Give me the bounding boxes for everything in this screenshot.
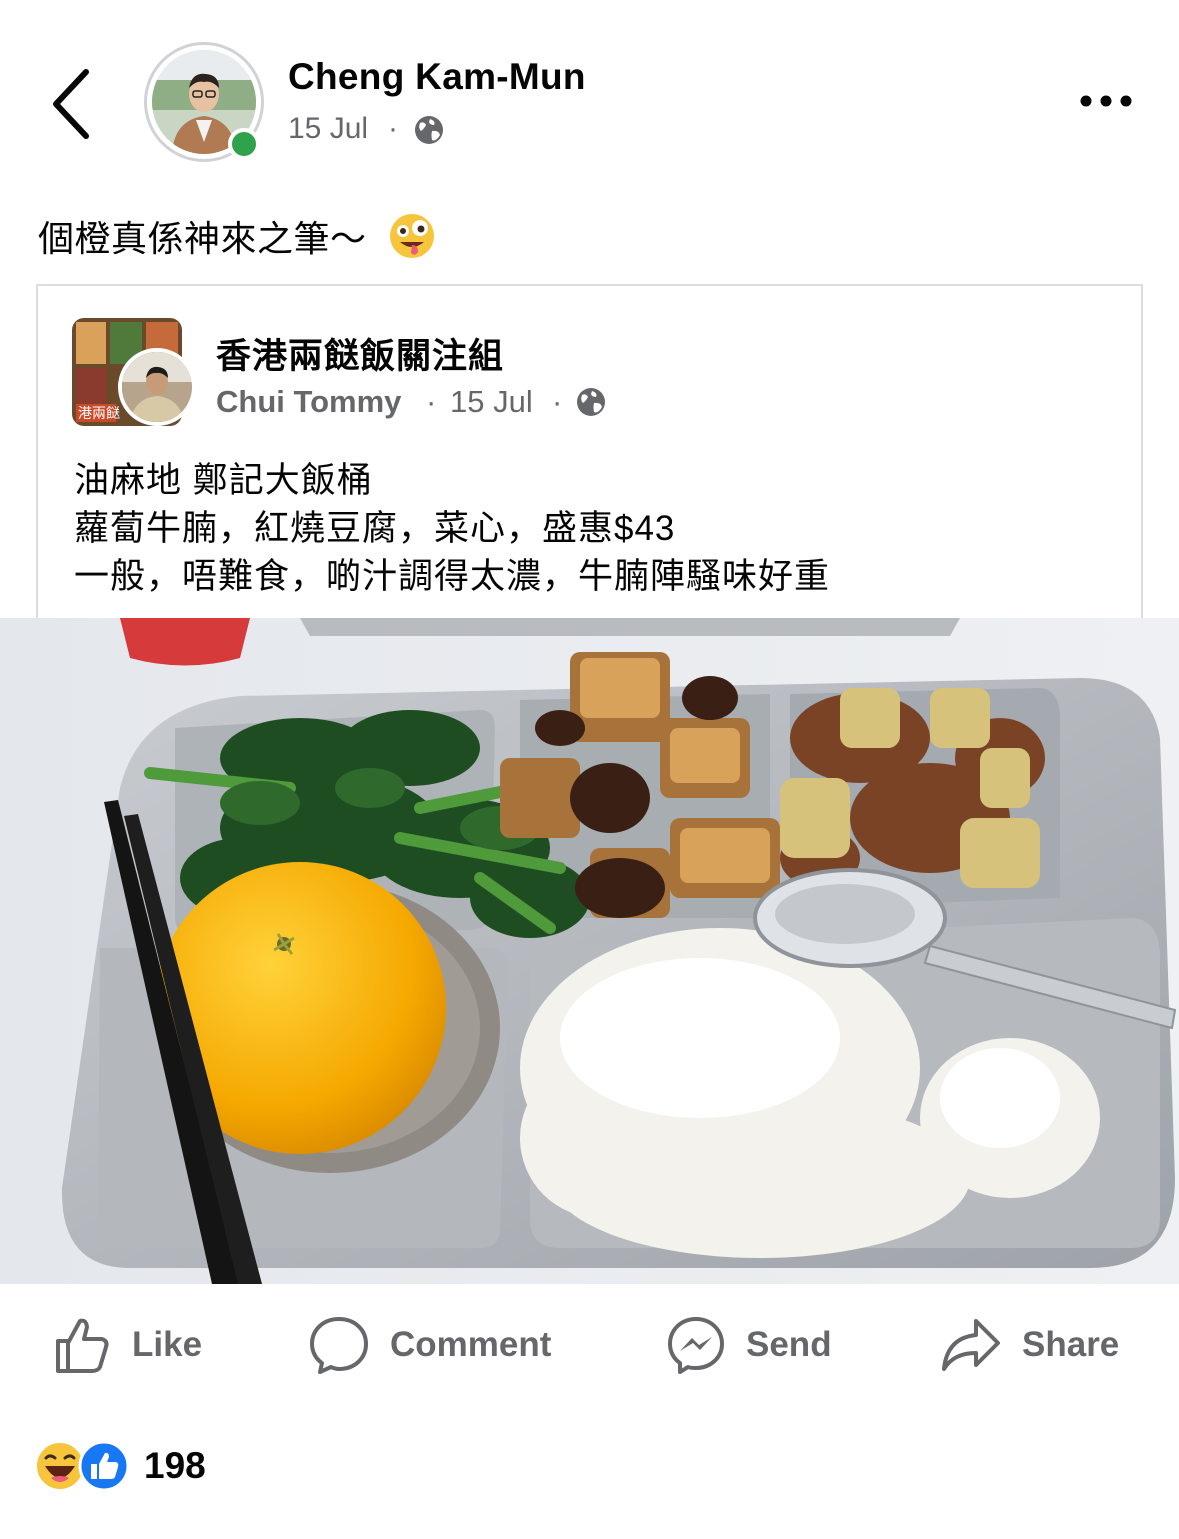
shared-post-text-line: 蘿蔔牛腩，紅燒豆腐，菜心，盛惠$43 <box>74 509 676 548</box>
messenger-icon <box>668 1317 724 1374</box>
date-separator: · <box>426 384 437 419</box>
like-label: Like <box>132 1325 203 1364</box>
post-photo[interactable] <box>0 618 1179 1284</box>
chevron-left-icon <box>53 69 89 139</box>
group-name[interactable]: 香港兩餸飯關注組 <box>216 328 504 379</box>
comment-bubble-icon <box>310 1317 368 1374</box>
online-status-indicator <box>228 128 260 160</box>
shared-author-name[interactable]: Chui Tommy <box>216 384 401 420</box>
shared-author-avatar[interactable] <box>118 348 196 426</box>
send-label: Send <box>746 1325 832 1364</box>
share-button[interactable]: Share <box>940 1314 1119 1376</box>
date-separator: · <box>552 384 563 419</box>
svg-text:港兩餸: 港兩餸 <box>78 405 120 422</box>
shared-post-text-line: 一般，唔難食，啲汁調得太濃，牛腩陣騷味好重 <box>74 557 831 596</box>
comment-label: Comment <box>390 1325 552 1364</box>
more-options-button[interactable] <box>1076 86 1140 116</box>
post-text: 個橙真係神來之筆～ <box>38 218 367 259</box>
globe-icon <box>412 113 446 152</box>
back-button[interactable] <box>44 64 100 144</box>
globe-icon <box>574 385 608 424</box>
zany-face-emoji <box>388 212 436 265</box>
share-arrow-icon <box>942 1319 1000 1371</box>
share-label: Share <box>1022 1325 1120 1364</box>
date-separator: · <box>388 112 398 145</box>
author-name[interactable]: Cheng Kam-Mun <box>288 56 586 98</box>
like-button[interactable]: Like <box>52 1314 202 1376</box>
comment-button[interactable]: Comment <box>308 1314 551 1376</box>
shared-post-text-line: 油麻地 鄭記大飯桶 <box>74 461 373 500</box>
thumbs-up-icon <box>56 1318 109 1373</box>
more-horizontal-icon <box>1080 95 1132 107</box>
reaction-count: 198 <box>144 1445 206 1486</box>
shared-post-date[interactable]: 15 Jul <box>450 384 533 420</box>
like-reaction-icon <box>78 1440 130 1492</box>
send-button[interactable]: Send <box>666 1314 832 1376</box>
reactions-summary[interactable]: 198 <box>34 1438 206 1494</box>
post-date[interactable]: 15 Jul <box>288 112 368 146</box>
